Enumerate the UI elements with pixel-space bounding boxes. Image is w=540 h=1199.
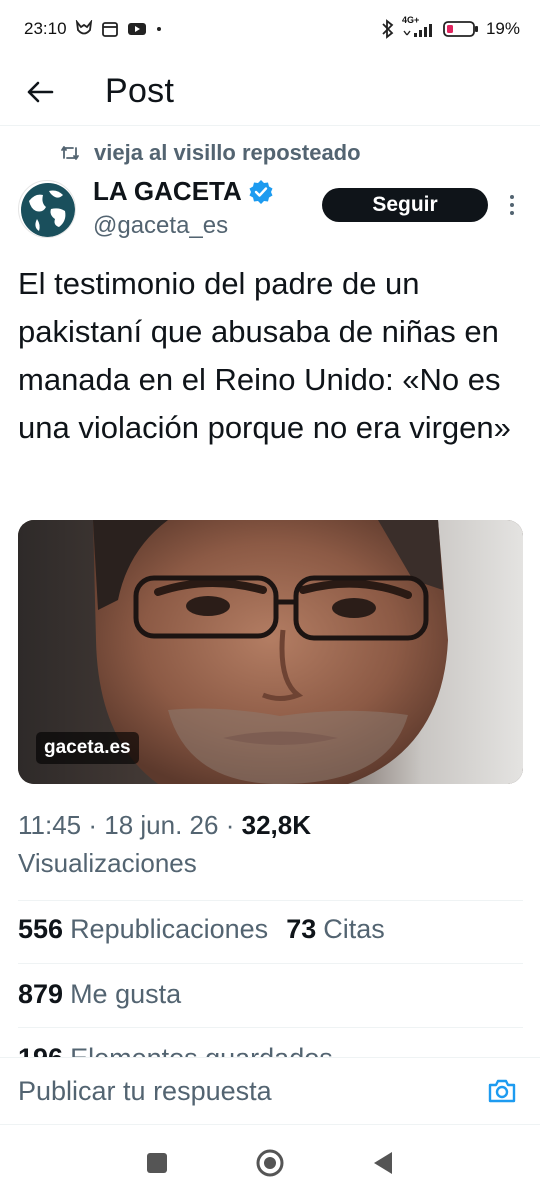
globe-logo-icon <box>21 183 75 237</box>
quotes-label: Citas <box>323 914 385 944</box>
likes-stat[interactable]: 879 Me gusta <box>18 979 181 1010</box>
camera-button[interactable] <box>484 1073 520 1109</box>
battery-level: 19% <box>485 19 520 38</box>
meta-separator: · <box>225 810 242 840</box>
author-name-wrap[interactable]: LA GACETA <box>93 176 274 207</box>
circle-home-icon <box>256 1149 284 1176</box>
tweet-text: El testimonio del padre de un pakistaní … <box>18 266 511 445</box>
recents-button[interactable] <box>133 1139 181 1187</box>
network-type: 4G+ <box>401 15 420 25</box>
status-left: 23:10 <box>24 19 163 39</box>
fox-notification-icon <box>75 20 93 38</box>
bluetooth-icon <box>381 19 395 39</box>
reply-input[interactable]: Publicar tu respuesta <box>18 1076 484 1107</box>
avatar[interactable] <box>18 180 76 238</box>
reposts-stat[interactable]: 556 Republicaciones <box>18 914 268 945</box>
follow-button[interactable]: Seguir <box>322 188 488 222</box>
author-name: LA GACETA <box>93 176 242 206</box>
reposts-count: 556 <box>18 914 64 944</box>
divider <box>18 963 523 964</box>
battery-icon <box>443 20 479 38</box>
views-label: Visualizaciones <box>18 848 197 878</box>
repost-text: vieja al visillo reposteado <box>94 140 361 165</box>
more-vertical-icon <box>510 195 514 215</box>
media-source-badge: gaceta.es <box>36 732 139 764</box>
divider <box>18 1027 523 1028</box>
views-count: 32,8K <box>241 810 311 840</box>
meta-separator: · <box>88 810 105 840</box>
author-row: LA GACETA @gaceta_es Seguir <box>18 176 528 246</box>
verified-badge-icon <box>249 179 273 204</box>
triangle-back-icon <box>374 1151 393 1174</box>
arrow-left-icon <box>27 81 54 102</box>
home-button[interactable] <box>246 1139 294 1187</box>
more-notifications-dot-icon <box>155 25 163 33</box>
camera-icon <box>488 1079 516 1103</box>
reply-composer: Publicar tu respuesta <box>0 1057 540 1125</box>
likes-label: Me gusta <box>70 979 182 1009</box>
divider <box>18 900 523 901</box>
more-options-button[interactable] <box>500 188 524 222</box>
reposts-quotes-row: 556 Republicaciones 73 Citas <box>18 914 385 945</box>
likes-row: 879 Me gusta <box>18 979 181 1010</box>
top-app-bar: Post <box>0 58 540 126</box>
page-title: Post <box>105 72 175 110</box>
tweet-date[interactable]: 18 jun. 26 <box>104 810 218 840</box>
tweet-meta: 11:45 · 18 jun. 26 · 32,8K Visualizacion… <box>18 806 523 882</box>
tweet-media-image[interactable]: gaceta.es <box>18 520 523 784</box>
repost-icon <box>61 146 79 160</box>
quotes-stat[interactable]: 73 Citas <box>286 914 385 945</box>
calendar-notification-icon <box>101 20 119 38</box>
quotes-count: 73 <box>286 914 317 944</box>
likes-count: 879 <box>18 979 64 1009</box>
tweet-time[interactable]: 11:45 <box>18 810 81 840</box>
youtube-notification-icon <box>127 21 147 37</box>
reposts-label: Republicaciones <box>70 914 269 944</box>
square-icon <box>146 1152 167 1173</box>
repost-indicator[interactable]: vieja al visillo reposteado <box>60 140 361 166</box>
back-button[interactable] <box>20 72 60 112</box>
system-navigation-bar <box>0 1126 540 1199</box>
status-right: 4G+ 19% <box>381 15 520 39</box>
back-system-button[interactable] <box>359 1139 407 1187</box>
author-handle[interactable]: @gaceta_es <box>93 212 228 240</box>
signal-icon: 4G+ <box>402 15 436 39</box>
status-bar: 23:10 4G+ 19% <box>0 0 540 58</box>
clock: 23:10 <box>24 19 67 38</box>
